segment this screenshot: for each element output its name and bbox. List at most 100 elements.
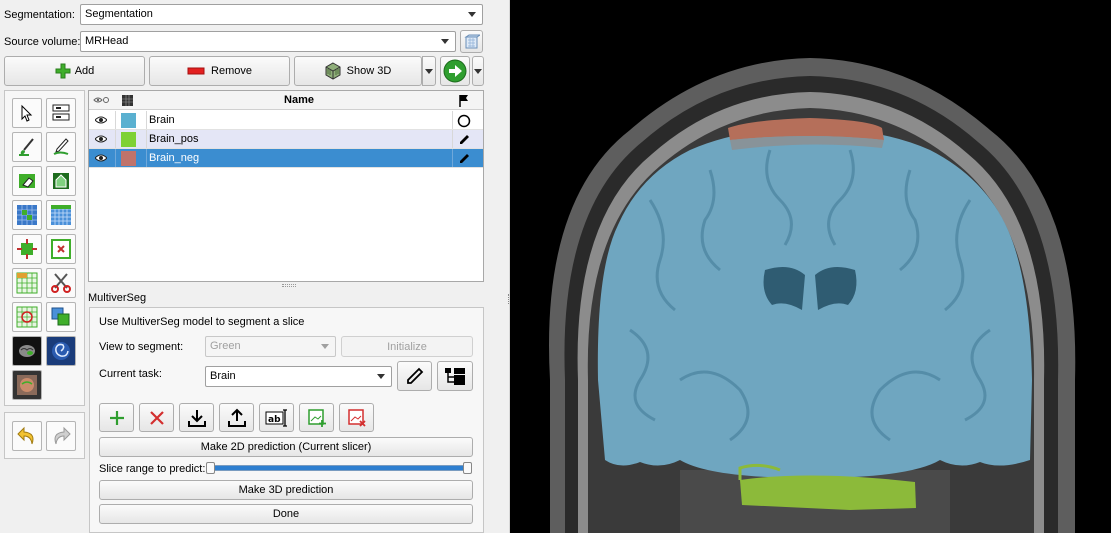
segment-name[interactable]: Brain_neg xyxy=(149,152,199,164)
multiverseg-effect-button[interactable] xyxy=(46,336,76,366)
view-to-segment-select[interactable]: Green xyxy=(205,336,336,357)
draw-effect-button[interactable] xyxy=(46,132,76,162)
upload-icon xyxy=(227,408,246,427)
table-row[interactable]: Brain_neg xyxy=(89,149,483,168)
col-sep xyxy=(115,149,116,167)
source-volume-label: Source volume: xyxy=(4,36,81,48)
source-volume-select[interactable]: MRHead xyxy=(80,31,456,52)
edit-task-button[interactable] xyxy=(397,361,432,391)
source-volume-options-button[interactable] xyxy=(460,30,483,53)
make-2d-prediction-button[interactable]: Make 2D prediction (Current slicer) xyxy=(99,437,473,457)
slice-viewer[interactable] xyxy=(510,0,1111,533)
export-task-button[interactable] xyxy=(219,403,254,432)
redo-arrow-icon xyxy=(54,426,71,445)
slice-range-slider[interactable] xyxy=(207,465,471,471)
view-to-segment-value: Green xyxy=(210,340,241,352)
eye-visibility-header-icon xyxy=(93,97,109,103)
mask-volume-effect-button[interactable] xyxy=(12,302,42,332)
remove-image-button[interactable] xyxy=(339,403,374,432)
paint-brush-icon xyxy=(19,138,34,156)
layers-icon xyxy=(52,104,70,121)
segmentation-select-value: Segmentation xyxy=(85,8,153,20)
grid-green-icon xyxy=(16,272,38,294)
color-grid-header-icon xyxy=(122,95,133,106)
col-sep xyxy=(115,130,116,148)
export-dropdown-button[interactable] xyxy=(472,56,484,86)
add-segment-button[interactable]: Add xyxy=(4,56,145,86)
minus-icon xyxy=(187,67,205,75)
segmentation-label: Segmentation: xyxy=(4,9,75,21)
segment-color-swatch[interactable] xyxy=(121,151,136,166)
done-button[interactable]: Done xyxy=(99,504,473,524)
none-effect-button[interactable] xyxy=(12,98,42,128)
pencil-icon[interactable] xyxy=(458,152,471,165)
eye-icon[interactable] xyxy=(95,135,107,143)
segmentation-select[interactable]: Segmentation xyxy=(80,4,483,25)
rename-button[interactable]: ab xyxy=(259,403,294,432)
brain-scan-icon xyxy=(17,375,37,395)
segment-color-swatch[interactable] xyxy=(121,113,136,128)
margin-effect-button[interactable] xyxy=(46,200,76,230)
smoothing-effect-button[interactable] xyxy=(46,234,76,264)
spiral-galaxy-icon xyxy=(52,342,70,360)
export-button[interactable] xyxy=(440,56,470,86)
add-image-button[interactable] xyxy=(299,403,334,432)
erase-effect-button[interactable] xyxy=(12,166,42,196)
islands-effect-button[interactable] xyxy=(12,268,42,298)
level-tracing-effect-button[interactable] xyxy=(46,166,76,196)
pencil-icon[interactable] xyxy=(458,133,471,146)
close-icon xyxy=(149,410,164,425)
show-3d-dropdown-button[interactable] xyxy=(422,56,436,86)
expand-grid-icon xyxy=(17,239,37,259)
svg-text:ab: ab xyxy=(268,415,281,425)
eye-icon[interactable] xyxy=(95,154,107,162)
cursor-arrow-icon xyxy=(21,104,33,122)
circle-icon[interactable] xyxy=(457,114,471,128)
paint-effect-button[interactable] xyxy=(12,132,42,162)
layer-effect-button[interactable] xyxy=(46,98,76,128)
splitter-handle[interactable] xyxy=(282,284,296,287)
text-rename-icon: ab xyxy=(265,408,287,427)
table-row[interactable]: Brain xyxy=(89,111,483,130)
overlap-squares-icon xyxy=(51,307,70,326)
source-volume-select-value: MRHead xyxy=(85,35,129,47)
grid-seeds-icon xyxy=(17,205,37,225)
initialize-button[interactable]: Initialize xyxy=(341,336,473,357)
brain-segment-effect-button[interactable] xyxy=(12,336,42,366)
undo-button[interactable] xyxy=(12,421,42,451)
add-task-button[interactable] xyxy=(99,403,134,432)
plus-icon xyxy=(55,63,71,79)
logical-operators-effect-button[interactable] xyxy=(46,302,76,332)
current-task-select[interactable]: Brain xyxy=(205,366,392,387)
delete-task-button[interactable] xyxy=(139,403,174,432)
chevron-down-icon xyxy=(425,68,433,74)
name-column-header[interactable]: Name xyxy=(147,94,451,106)
mri-coronal-slice[interactable] xyxy=(510,0,1111,533)
hierarchy-tree-icon xyxy=(445,368,465,385)
add-label: Add xyxy=(74,65,95,77)
segment-color-swatch[interactable] xyxy=(121,132,136,147)
make-3d-prediction-button[interactable]: Make 3D prediction xyxy=(99,480,473,500)
slice-range-min-handle[interactable] xyxy=(206,462,215,474)
image-add-icon xyxy=(307,408,326,427)
redo-button[interactable] xyxy=(46,421,76,451)
target-grid-icon xyxy=(16,306,38,328)
eye-icon[interactable] xyxy=(95,116,107,124)
chevron-down-icon xyxy=(321,344,329,349)
local-threshold-effect-button[interactable] xyxy=(12,370,42,400)
slice-range-max-handle[interactable] xyxy=(463,462,472,474)
task-tree-button[interactable] xyxy=(437,361,473,391)
pen-draw-icon xyxy=(53,138,69,155)
col-sep xyxy=(146,149,147,167)
segment-name[interactable]: Brain_pos xyxy=(149,133,199,145)
table-row[interactable]: Brain_pos xyxy=(89,130,483,149)
import-button[interactable] xyxy=(179,403,214,432)
segment-name[interactable]: Brain xyxy=(149,114,175,126)
hollow-effect-button[interactable] xyxy=(12,234,42,264)
grow-from-seeds-effect-button[interactable] xyxy=(12,200,42,230)
remove-segment-button[interactable]: Remove xyxy=(149,56,290,86)
show-3d-button[interactable]: Show 3D xyxy=(294,56,422,86)
col-sep xyxy=(452,130,453,148)
scissors-effect-button[interactable] xyxy=(46,268,76,298)
grid-blue-icon xyxy=(51,205,71,225)
